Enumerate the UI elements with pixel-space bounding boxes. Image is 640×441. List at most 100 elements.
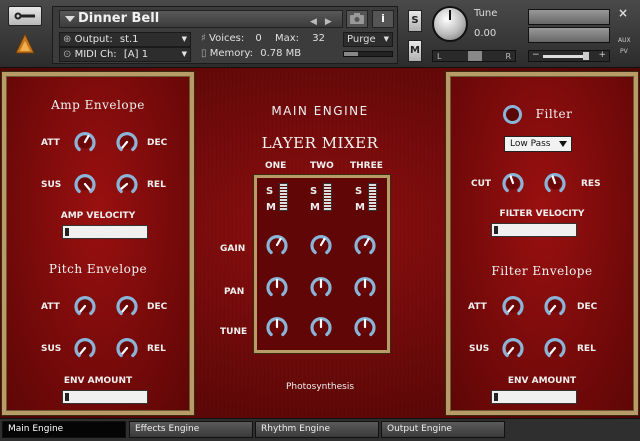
layer-three-mute[interactable]: M <box>355 202 365 213</box>
midi-label: MIDI Ch: <box>74 49 117 60</box>
memory-value: 0.78 MB <box>260 48 302 59</box>
memory-readout: ▯ Memory: 0.78 MB <box>201 48 301 59</box>
layer-two-mute[interactable]: M <box>310 202 320 213</box>
tab-effects-engine[interactable]: Effects Engine <box>129 421 253 438</box>
pitch-dec-label: DEC <box>147 302 168 312</box>
purge-menu[interactable]: Purge ▼ <box>343 32 393 47</box>
next-instrument-icon[interactable]: ▶ <box>325 17 332 27</box>
amp-att-knob[interactable] <box>73 130 97 154</box>
amp-rel-knob[interactable] <box>115 172 139 196</box>
filter-velocity-handle[interactable] <box>494 226 498 234</box>
instrument-header: Dinner Bell ◀ ▶ i ⊕ Output: st.1 ▼ ⊙ MIDI… <box>0 0 640 68</box>
pitch-att-label: ATT <box>41 302 60 312</box>
gain-row-label: GAIN <box>220 244 246 254</box>
pitch-sus-label: SUS <box>41 344 62 354</box>
max-value[interactable]: 32 <box>312 33 325 44</box>
pv-label[interactable]: PV <box>620 48 628 55</box>
filter-velocity-slider[interactable] <box>491 223 577 237</box>
layer-one-solo[interactable]: S <box>266 186 273 197</box>
filter-env-amount-slider[interactable] <box>491 390 577 404</box>
layer-one-pan-knob[interactable] <box>265 275 289 299</box>
instrument-body: Amp Envelope ATT DEC SUS REL AMP VELOCIT… <box>0 68 640 418</box>
max-label: Max: <box>274 33 300 44</box>
filter-type-caret-icon <box>559 141 567 147</box>
pan-handle[interactable] <box>468 51 482 61</box>
layer-two-gain-knob[interactable] <box>309 233 333 257</box>
env-amount-slider[interactable] <box>62 390 148 404</box>
pitch-dec-knob[interactable] <box>115 294 139 318</box>
volume-handle[interactable] <box>583 52 589 60</box>
env-amount-label: ENV AMOUNT <box>63 376 133 386</box>
envelope-panel: Amp Envelope ATT DEC SUS REL AMP VELOCIT… <box>2 72 194 415</box>
filter-env-amount-handle[interactable] <box>494 393 498 401</box>
filter-dec-label: DEC <box>577 302 598 312</box>
layer-two-meter <box>323 183 332 211</box>
preset-name: Photosynthesis <box>285 382 355 392</box>
layer-one-gain-knob[interactable] <box>265 233 289 257</box>
pan-left-label: L <box>437 52 442 61</box>
resonance-knob[interactable] <box>543 171 567 195</box>
layer-two-tune-knob[interactable] <box>309 315 333 339</box>
layer-one-header: ONE <box>265 161 287 171</box>
tab-rhythm-engine[interactable]: Rhythm Engine <box>255 421 379 438</box>
amp-dec-knob[interactable] <box>115 130 139 154</box>
mute-button[interactable]: M <box>408 40 422 62</box>
amp-sus-knob[interactable] <box>73 172 97 196</box>
wrench-button[interactable] <box>8 6 42 26</box>
layer-one-mute[interactable]: M <box>266 202 276 213</box>
pitch-rel-knob[interactable] <box>115 336 139 360</box>
amp-velocity-label: AMP VELOCITY <box>60 211 136 221</box>
solo-button[interactable]: S <box>408 10 422 32</box>
amp-sus-label: SUS <box>41 180 62 190</box>
layer-one-tune-knob[interactable] <box>265 315 289 339</box>
instrument-nav-arrows[interactable]: ◀ ▶ <box>310 14 340 30</box>
volume-slider[interactable]: − + <box>528 50 610 62</box>
res-label: RES <box>581 179 601 189</box>
amp-velocity-slider[interactable] <box>62 225 148 239</box>
amp-velocity-handle[interactable] <box>65 228 69 236</box>
cutoff-knob[interactable] <box>501 171 525 195</box>
instrument-name[interactable]: Dinner Bell ◀ ▶ <box>59 10 343 28</box>
layer-three-solo[interactable]: S <box>355 186 362 197</box>
wrench-icon <box>14 12 35 20</box>
filter-dec-knob[interactable] <box>543 294 567 318</box>
output-value: st.1 <box>119 34 139 45</box>
pitch-att-knob[interactable] <box>73 294 97 318</box>
aux-label[interactable]: AUX <box>618 37 631 44</box>
tab-output-engine[interactable]: Output Engine <box>381 421 505 438</box>
layer-three-header: THREE <box>350 161 383 171</box>
filter-att-label: ATT <box>468 302 487 312</box>
layer-three-tune-knob[interactable] <box>353 315 377 339</box>
output-selector[interactable]: ⊕ Output: st.1 ▼ <box>59 32 191 47</box>
layer-two-solo[interactable]: S <box>310 186 317 197</box>
filter-rel-knob[interactable] <box>543 336 567 360</box>
purge-slider[interactable] <box>343 51 393 57</box>
midi-channel-selector[interactable]: ⊙ MIDI Ch: [A] 1 ▼ <box>59 47 191 62</box>
volume-plus-label: + <box>598 50 606 60</box>
layer-three-gain-knob[interactable] <box>353 233 377 257</box>
filter-att-knob[interactable] <box>501 294 525 318</box>
prev-instrument-icon[interactable]: ◀ <box>310 17 317 27</box>
pan-right-label: R <box>505 52 511 61</box>
collapse-arrow-icon[interactable] <box>65 16 75 22</box>
output-icon: ⊕ <box>63 34 72 45</box>
layer-mixer-title: LAYER MIXER <box>261 134 379 152</box>
info-button[interactable]: i <box>372 10 394 28</box>
pitch-sus-knob[interactable] <box>73 336 97 360</box>
filter-sus-knob[interactable] <box>501 336 525 360</box>
layer-three-pan-knob[interactable] <box>353 275 377 299</box>
voices-label: Voices: <box>209 33 245 44</box>
volume-fill <box>543 55 583 58</box>
tune-knob[interactable] <box>432 6 468 42</box>
layer-two-pan-knob[interactable] <box>309 275 333 299</box>
tab-main-engine[interactable]: Main Engine <box>2 421 126 438</box>
env-amount-handle[interactable] <box>65 393 69 401</box>
pan-slider[interactable]: L R <box>432 50 516 62</box>
tune-value: 0.00 <box>474 28 497 39</box>
filter-type-select[interactable]: Low Pass <box>504 136 572 152</box>
snapshot-button[interactable] <box>346 10 368 28</box>
amp-att-label: ATT <box>41 138 60 148</box>
close-icon[interactable]: × <box>618 6 628 20</box>
memory-label: Memory: <box>209 48 254 59</box>
tune-label: Tune <box>474 8 498 19</box>
